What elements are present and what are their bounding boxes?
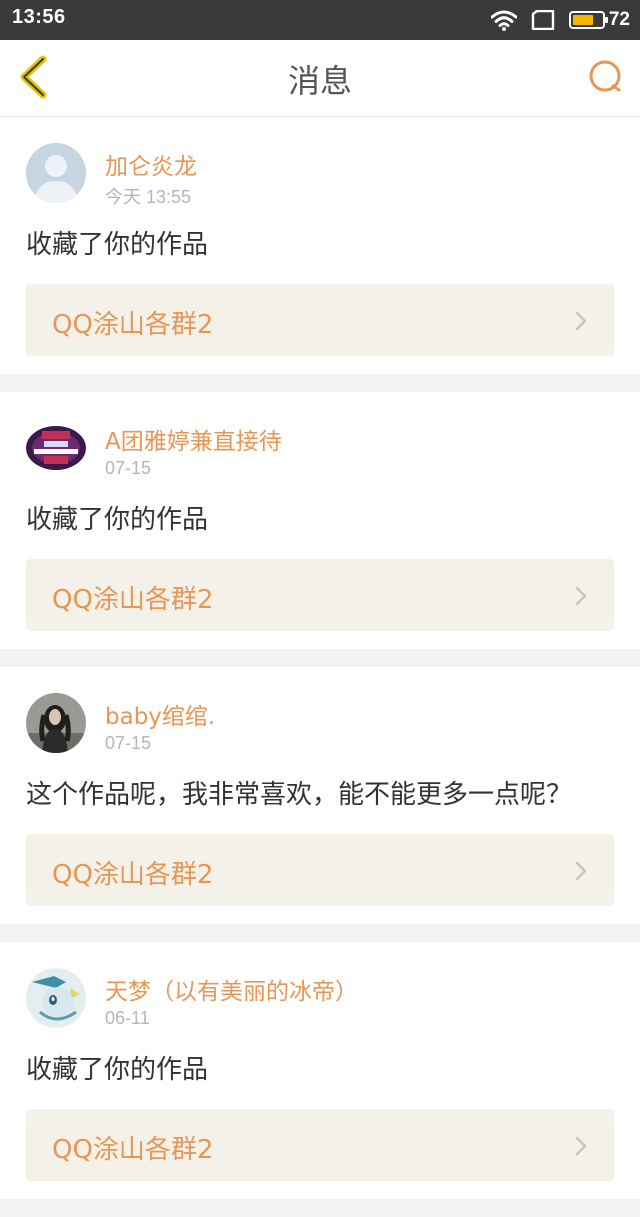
message-list: 加仑炎龙 今天 13:55 收藏了你的作品 QQ涂山各群2 A团雅婷兼直接待 0…	[0, 117, 640, 1217]
chevron-right-icon	[575, 1136, 587, 1156]
chevron-right-icon	[575, 586, 587, 606]
work-link[interactable]: QQ涂山各群2	[26, 1109, 614, 1181]
message-card: A团雅婷兼直接待 07-15 收藏了你的作品 QQ涂山各群2	[0, 392, 640, 649]
status-bar: 13:56 72	[0, 0, 640, 40]
user-name[interactable]: baby绾绾.	[105, 697, 215, 731]
user-name[interactable]: A团雅婷兼直接待	[105, 422, 282, 456]
battery-fill	[572, 15, 594, 25]
message-time: 07-15	[105, 733, 152, 753]
avatar[interactable]	[26, 968, 86, 1028]
message-text: 收藏了你的作品	[26, 505, 209, 535]
status-icons: 72	[490, 6, 630, 34]
avatar[interactable]	[26, 418, 86, 478]
work-title: QQ涂山各群2	[52, 585, 214, 615]
page-title: 消息	[287, 62, 352, 100]
work-link[interactable]: QQ涂山各群2	[26, 559, 614, 631]
wifi-icon	[490, 10, 517, 31]
message-card: 加仑炎龙 今天 13:55 收藏了你的作品 QQ涂山各群2	[0, 117, 640, 374]
message-time: 今天 13:55	[105, 187, 192, 207]
message-text: 收藏了你的作品	[26, 230, 209, 260]
work-link[interactable]: QQ涂山各群2	[26, 284, 614, 356]
chevron-right-icon	[575, 861, 587, 881]
avatar[interactable]	[26, 143, 86, 203]
message-time: 06-11	[105, 1008, 150, 1028]
battery-percent: 72	[608, 9, 630, 30]
message-card: baby绾绾. 07-15 这个作品呢，我非常喜欢，能不能更多一点呢？ QQ涂山…	[0, 667, 640, 924]
work-title: QQ涂山各群2	[52, 1135, 214, 1165]
search-icon[interactable]	[586, 57, 626, 97]
chevron-right-icon	[575, 311, 587, 331]
screen-icon	[531, 10, 555, 30]
avatar[interactable]	[26, 693, 86, 753]
work-title: QQ涂山各群2	[52, 860, 214, 890]
battery-indicator: 72	[568, 9, 630, 31]
battery-icon	[568, 11, 608, 29]
work-title: QQ涂山各群2	[52, 310, 214, 340]
user-name[interactable]: 天梦（以有美丽的冰帝）	[105, 972, 358, 1006]
user-name[interactable]: 加仑炎龙	[105, 147, 197, 181]
message-card: 天梦（以有美丽的冰帝） 06-11 收藏了你的作品 QQ涂山各群2	[0, 942, 640, 1199]
work-link[interactable]: QQ涂山各群2	[26, 834, 614, 906]
message-text: 这个作品呢，我非常喜欢，能不能更多一点呢？	[26, 780, 573, 810]
message-text: 收藏了你的作品	[26, 1055, 209, 1085]
nav-bar: 消息	[0, 40, 640, 117]
message-time: 07-15	[105, 458, 152, 478]
status-time: 13:56	[12, 6, 66, 28]
